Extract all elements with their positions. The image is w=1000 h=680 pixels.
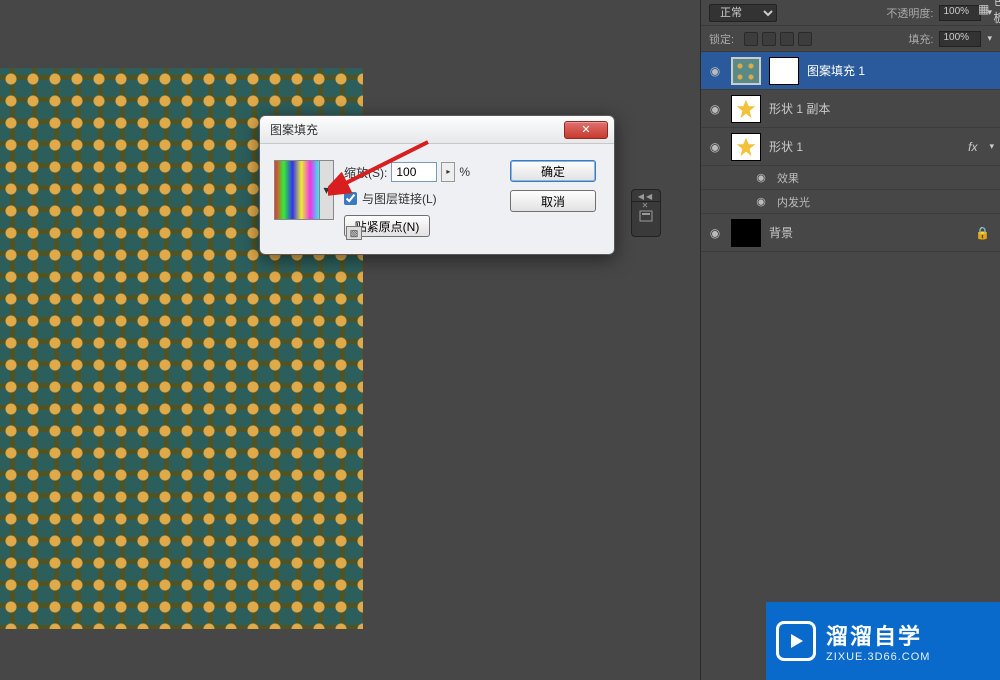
layer-name[interactable]: 形状 1 bbox=[769, 138, 960, 155]
visibility-toggle[interactable]: ◉ bbox=[707, 64, 723, 78]
panel-side-tab[interactable]: ▦ 色板 bbox=[974, 0, 1000, 18]
link-with-layer-row[interactable]: 与图层链接(L) bbox=[344, 190, 500, 207]
link-with-layer-label: 与图层链接(L) bbox=[362, 190, 437, 207]
lock-all-icon[interactable] bbox=[798, 32, 812, 46]
watermark-title: 溜溜自学 bbox=[826, 619, 930, 651]
pattern-fill-dialog: 图案填充 ✕ ▾ 缩放(S): ▸ % 与图层链接(L) 贴紧原点(N) bbox=[259, 115, 615, 255]
fx-expand-icon[interactable]: ▾ bbox=[989, 141, 994, 152]
pattern-dropdown-button[interactable]: ▾ bbox=[319, 161, 333, 219]
canvas-area bbox=[0, 0, 682, 680]
layers-panel: ▦ 色板 正常 不透明度: 100% ▾ 锁定: 填充: 100% ▾ ◉ 图案… bbox=[700, 0, 1000, 680]
layer-name[interactable]: 形状 1 副本 bbox=[769, 100, 994, 117]
watermark-url: ZIXUE.3D66.COM bbox=[826, 651, 930, 663]
panel-lock-row: 锁定: 填充: 100% ▾ bbox=[701, 26, 1000, 52]
lock-icon: 🔒 bbox=[975, 226, 990, 240]
visibility-toggle[interactable]: ◉ bbox=[753, 195, 769, 208]
layer-row[interactable]: ◉ 背景 🔒 bbox=[701, 214, 1000, 252]
layer-row[interactable]: ◉ 图案填充 1 bbox=[701, 52, 1000, 90]
lock-pixels-icon[interactable] bbox=[762, 32, 776, 46]
effect-item[interactable]: ◉ 内发光 bbox=[701, 190, 1000, 214]
opacity-label: 不透明度: bbox=[886, 5, 933, 21]
layer-row[interactable]: ◉ 形状 1 fx ▾ bbox=[701, 128, 1000, 166]
layers-list: ◉ 图案填充 1 ◉ 形状 1 副本 ◉ 形状 1 fx ▾ ◉ 效果 ◉ bbox=[701, 52, 1000, 252]
layer-thumb[interactable] bbox=[731, 133, 761, 161]
fill-chevron-icon[interactable]: ▾ bbox=[987, 33, 992, 44]
lock-label: 锁定: bbox=[709, 31, 734, 47]
side-dock[interactable]: ◀◀ ✕ bbox=[631, 189, 661, 237]
layer-row[interactable]: ◉ 形状 1 副本 bbox=[701, 90, 1000, 128]
fill-label: 填充: bbox=[908, 31, 933, 47]
layer-thumb[interactable] bbox=[731, 219, 761, 247]
pattern-picker[interactable]: ▾ bbox=[274, 160, 334, 220]
effects-label: 效果 bbox=[777, 170, 799, 186]
fx-badge[interactable]: fx bbox=[968, 140, 977, 154]
scale-row: 缩放(S): ▸ % bbox=[344, 162, 500, 182]
cancel-button[interactable]: 取消 bbox=[510, 190, 596, 212]
fill-input[interactable]: 100% bbox=[939, 31, 981, 47]
effects-header[interactable]: ◉ 效果 bbox=[701, 166, 1000, 190]
lock-transparent-icon[interactable] bbox=[744, 32, 758, 46]
pattern-swatch bbox=[275, 161, 319, 219]
lock-buttons bbox=[744, 32, 812, 46]
visibility-toggle[interactable]: ◉ bbox=[707, 226, 723, 240]
watermark: 溜溜自学 ZIXUE.3D66.COM bbox=[766, 602, 1000, 680]
dock-icon[interactable] bbox=[632, 208, 660, 224]
layer-name[interactable]: 背景 bbox=[769, 224, 967, 241]
visibility-toggle[interactable]: ◉ bbox=[707, 140, 723, 154]
scale-input[interactable] bbox=[391, 162, 437, 182]
swatches-icon: ▦ bbox=[978, 2, 989, 16]
effect-name: 内发光 bbox=[777, 194, 810, 210]
dock-collapse[interactable]: ◀◀ ✕ bbox=[632, 192, 660, 202]
layer-name[interactable]: 图案填充 1 bbox=[807, 62, 994, 79]
blend-mode-select[interactable]: 正常 bbox=[709, 4, 777, 22]
panel-side-label: 色板 bbox=[993, 0, 1000, 26]
panel-top-row: 正常 不透明度: 100% ▾ bbox=[701, 0, 1000, 26]
watermark-logo bbox=[776, 621, 816, 661]
lock-position-icon[interactable] bbox=[780, 32, 794, 46]
ok-button[interactable]: 确定 bbox=[510, 160, 596, 182]
scale-unit: % bbox=[459, 165, 470, 179]
scale-spinner[interactable]: ▸ bbox=[441, 162, 455, 182]
link-with-layer-checkbox[interactable] bbox=[344, 192, 357, 205]
layer-thumb[interactable] bbox=[731, 57, 761, 85]
visibility-toggle[interactable]: ◉ bbox=[707, 102, 723, 116]
chevron-down-icon: ▾ bbox=[323, 183, 329, 197]
new-preset-icon[interactable]: ▧ bbox=[346, 226, 362, 240]
close-icon: ✕ bbox=[581, 123, 590, 136]
dialog-titlebar[interactable]: 图案填充 ✕ bbox=[260, 116, 614, 144]
layer-thumb[interactable] bbox=[731, 95, 761, 123]
layer-mask-thumb[interactable] bbox=[769, 57, 799, 85]
dialog-title: 图案填充 bbox=[270, 121, 318, 138]
dialog-close-button[interactable]: ✕ bbox=[564, 121, 608, 139]
visibility-toggle[interactable]: ◉ bbox=[753, 171, 769, 184]
scale-label: 缩放(S): bbox=[344, 164, 387, 181]
